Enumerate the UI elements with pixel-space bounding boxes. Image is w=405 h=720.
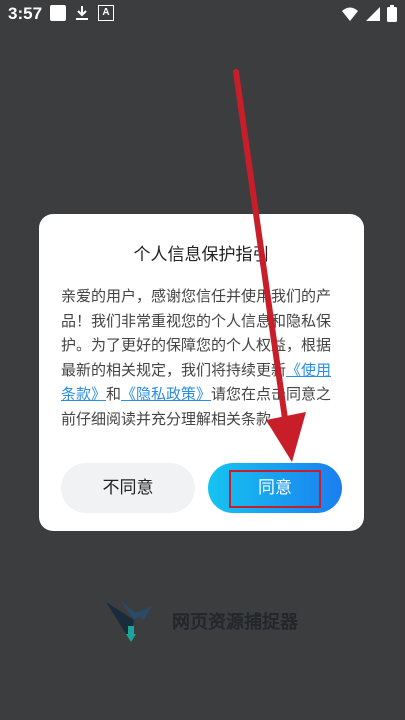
wifi-icon bbox=[342, 7, 358, 21]
privacy-dialog: 个人信息保护指引 亲爱的用户，感谢您信任并使用我们的产品！我们非常重视您的个人信… bbox=[39, 214, 364, 531]
bird-logo-icon bbox=[106, 600, 152, 642]
brand-title: 网页资源捕捉器 bbox=[172, 612, 298, 633]
download-icon bbox=[76, 6, 88, 20]
disagree-button[interactable]: 不同意 bbox=[61, 463, 195, 513]
status-bar: 3:57 A bbox=[0, 0, 405, 28]
a-icon: A bbox=[98, 5, 114, 21]
and-text: 和 bbox=[106, 385, 122, 403]
status-time: 3:57 bbox=[8, 4, 43, 23]
dialog-title: 个人信息保护指引 bbox=[133, 245, 270, 265]
agree-highlight-box bbox=[229, 470, 321, 508]
signal-icon bbox=[366, 6, 380, 21]
app-brand: 网页资源捕捉器 bbox=[100, 590, 330, 650]
battery-icon bbox=[387, 5, 397, 22]
dialog-body: 亲爱的用户，感谢您信任并使用我们的产品！我们非常重视您的个人信息和隐私保护。为了… bbox=[61, 284, 345, 431]
status-right-icons bbox=[341, 5, 397, 22]
status-left-icons: A bbox=[50, 5, 114, 21]
notification-square-icon bbox=[50, 5, 66, 21]
privacy-link[interactable]: 《隐私政策》 bbox=[121, 385, 211, 403]
